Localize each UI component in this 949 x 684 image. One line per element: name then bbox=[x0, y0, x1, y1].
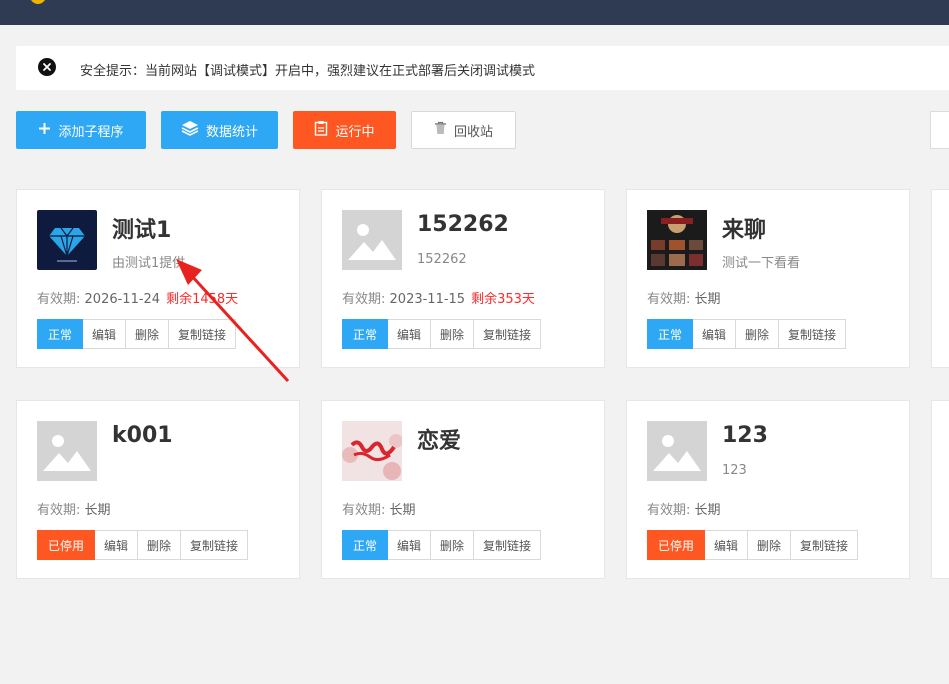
app-description: 测试一下看看 bbox=[722, 256, 801, 271]
copy-link-button[interactable]: 复制链接 bbox=[791, 530, 859, 560]
app-actions: 正常 编辑 删除 复制链接 bbox=[647, 319, 847, 349]
validity-date: 长期 bbox=[84, 503, 111, 518]
logo-icon bbox=[30, 0, 46, 4]
delete-button[interactable]: 删除 bbox=[431, 530, 475, 560]
app-card: 152262 152262 有效期: 2023-11-15 剩余353天 正常 编… bbox=[321, 189, 605, 368]
add-subprogram-button[interactable]: 添加子程序 bbox=[16, 111, 146, 149]
app-validity: 有效期: 2026-11-24 剩余1458天 bbox=[37, 288, 238, 307]
app-name[interactable]: 来聊 bbox=[722, 212, 766, 244]
app-validity: 有效期: 长期 bbox=[342, 499, 422, 518]
status-button[interactable]: 正常 bbox=[37, 319, 84, 349]
app-card: 测试1 由测试1提供 有效期: 2026-11-24 剩余1458天 正常 编辑 … bbox=[16, 189, 300, 368]
app-name[interactable]: k001 bbox=[112, 423, 173, 448]
copy-link-button[interactable]: 复制链接 bbox=[474, 319, 542, 349]
remaining-days: 剩余1458天 bbox=[166, 292, 239, 307]
edit-button[interactable]: 编辑 bbox=[388, 319, 432, 349]
trash-icon bbox=[434, 121, 447, 139]
validity-label: 有效期: bbox=[37, 503, 81, 518]
status-button[interactable]: 已停用 bbox=[37, 530, 96, 560]
delete-button[interactable]: 删除 bbox=[748, 530, 792, 560]
edit-button[interactable]: 编辑 bbox=[705, 530, 749, 560]
clipboard-icon bbox=[314, 120, 328, 140]
copy-link-button[interactable]: 复制链接 bbox=[779, 319, 847, 349]
image-placeholder-icon bbox=[342, 210, 402, 270]
data-stats-button[interactable]: 数据统计 bbox=[161, 111, 278, 149]
edit-button[interactable]: 编辑 bbox=[83, 319, 127, 349]
app-name[interactable]: 恋爱 bbox=[417, 423, 461, 455]
validity-label: 有效期: bbox=[647, 503, 691, 518]
app-card: 恋爱 有效期: 长期 正常 编辑 删除 复制链接 bbox=[321, 400, 605, 579]
app-card: k001 有效期: 长期 已停用 编辑 删除 复制链接 bbox=[16, 400, 300, 579]
remaining-days: 剩余353天 bbox=[471, 292, 535, 307]
app-thumbnail bbox=[647, 210, 707, 270]
app-thumbnail bbox=[37, 210, 97, 270]
validity-date: 2023-11-15 bbox=[389, 292, 466, 307]
status-button[interactable]: 已停用 bbox=[647, 530, 706, 560]
app-card: 123 123 有效期: 长期 已停用 编辑 删除 复制链接 bbox=[626, 400, 910, 579]
running-button[interactable]: 运行中 bbox=[293, 111, 396, 149]
security-notice: 安全提示：当前网站【调试模式】开启中，强烈建议在正式部署后关闭调试模式 bbox=[16, 46, 949, 90]
app-name[interactable]: 123 bbox=[722, 423, 768, 448]
layers-icon bbox=[181, 120, 199, 140]
app-name[interactable]: 152262 bbox=[417, 212, 509, 237]
app-description: 由测试1提供 bbox=[112, 256, 186, 271]
copy-link-button[interactable]: 复制链接 bbox=[181, 530, 249, 560]
validity-label: 有效期: bbox=[647, 292, 691, 307]
edit-button[interactable]: 编辑 bbox=[388, 530, 432, 560]
running-label: 运行中 bbox=[335, 124, 375, 140]
validity-date: 长期 bbox=[389, 503, 416, 518]
recycle-bin-label: 回收站 bbox=[453, 124, 493, 140]
validity-date: 长期 bbox=[694, 503, 721, 518]
copy-link-button[interactable]: 复制链接 bbox=[474, 530, 542, 560]
app-actions: 已停用 编辑 删除 复制链接 bbox=[647, 530, 859, 560]
status-button[interactable]: 正常 bbox=[342, 530, 389, 560]
add-subprogram-label: 添加子程序 bbox=[58, 124, 124, 140]
app-actions: 正常 编辑 删除 复制链接 bbox=[342, 530, 542, 560]
validity-label: 有效期: bbox=[342, 292, 386, 307]
app-actions: 正常 编辑 删除 复制链接 bbox=[37, 319, 237, 349]
delete-button[interactable]: 删除 bbox=[431, 319, 475, 349]
app-name[interactable]: 测试1 bbox=[112, 212, 171, 244]
plus-icon bbox=[38, 122, 51, 139]
validity-date: 2026-11-24 bbox=[84, 292, 161, 307]
app-card: 来聊 测试一下看看 有效期: 长期 正常 编辑 删除 复制链接 bbox=[626, 189, 910, 368]
copy-link-button[interactable]: 复制链接 bbox=[169, 319, 237, 349]
recycle-bin-button[interactable]: 回收站 bbox=[411, 111, 516, 149]
close-circle-icon[interactable] bbox=[38, 58, 56, 76]
app-validity: 有效期: 长期 bbox=[647, 499, 727, 518]
validity-label: 有效期: bbox=[342, 503, 386, 518]
edit-button[interactable]: 编辑 bbox=[693, 319, 737, 349]
app-description: 123 bbox=[722, 463, 747, 478]
delete-button[interactable]: 删除 bbox=[736, 319, 780, 349]
validity-date: 长期 bbox=[694, 292, 721, 307]
edit-button[interactable]: 编辑 bbox=[95, 530, 139, 560]
data-stats-label: 数据统计 bbox=[205, 124, 258, 140]
status-button[interactable]: 正常 bbox=[342, 319, 389, 349]
delete-button[interactable]: 删除 bbox=[138, 530, 182, 560]
app-card-partial bbox=[931, 189, 949, 368]
search-input-edge[interactable] bbox=[930, 111, 949, 149]
app-card-partial bbox=[931, 400, 949, 579]
validity-label: 有效期: bbox=[37, 292, 81, 307]
top-header-bar bbox=[0, 0, 949, 25]
status-button[interactable]: 正常 bbox=[647, 319, 694, 349]
app-actions: 已停用 编辑 删除 复制链接 bbox=[37, 530, 249, 560]
app-actions: 正常 编辑 删除 复制链接 bbox=[342, 319, 542, 349]
image-placeholder-icon bbox=[37, 421, 97, 481]
app-validity: 有效期: 长期 bbox=[37, 499, 117, 518]
notice-text: 安全提示：当前网站【调试模式】开启中，强烈建议在正式部署后关闭调试模式 bbox=[80, 64, 536, 79]
app-description: 152262 bbox=[417, 252, 467, 267]
app-thumbnail bbox=[342, 421, 403, 481]
app-validity: 有效期: 2023-11-15 剩余353天 bbox=[342, 288, 535, 307]
delete-button[interactable]: 删除 bbox=[126, 319, 170, 349]
app-validity: 有效期: 长期 bbox=[647, 288, 727, 307]
image-placeholder-icon bbox=[647, 421, 707, 481]
